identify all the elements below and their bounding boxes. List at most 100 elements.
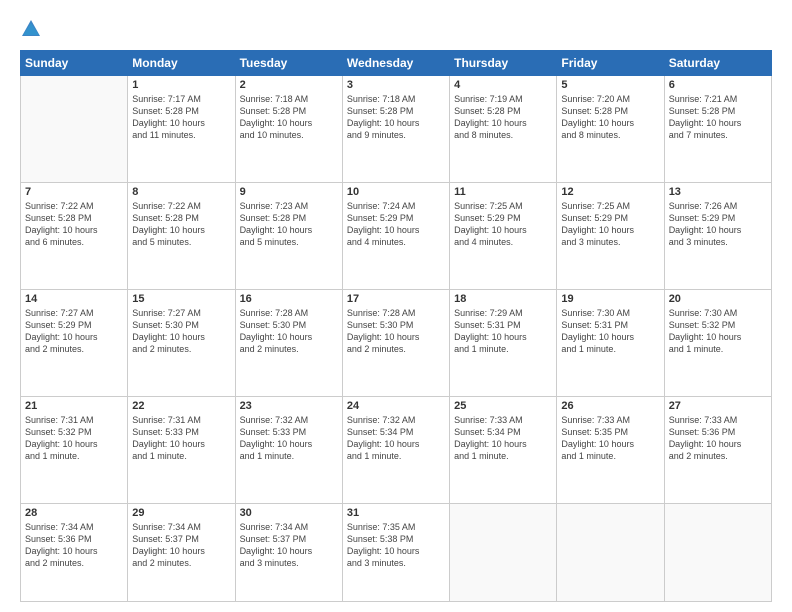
day-cell: 20 Sunrise: 7:30 AM Sunset: 5:32 PM Dayli… bbox=[664, 290, 771, 397]
day-number: 13 bbox=[669, 186, 767, 198]
column-header-thursday: Thursday bbox=[450, 51, 557, 76]
day-number: 27 bbox=[669, 400, 767, 412]
day-number: 15 bbox=[132, 293, 230, 305]
day-number: 8 bbox=[132, 186, 230, 198]
day-info: Sunrise: 7:28 AM Sunset: 5:30 PM Dayligh… bbox=[240, 307, 338, 356]
day-cell: 2 Sunrise: 7:18 AM Sunset: 5:28 PM Daylig… bbox=[235, 76, 342, 183]
column-header-wednesday: Wednesday bbox=[342, 51, 449, 76]
header-row: SundayMondayTuesdayWednesdayThursdayFrid… bbox=[21, 51, 772, 76]
day-info: Sunrise: 7:31 AM Sunset: 5:32 PM Dayligh… bbox=[25, 414, 123, 463]
column-header-saturday: Saturday bbox=[664, 51, 771, 76]
day-cell bbox=[664, 504, 771, 602]
day-info: Sunrise: 7:18 AM Sunset: 5:28 PM Dayligh… bbox=[240, 93, 338, 142]
week-row-1: 7 Sunrise: 7:22 AM Sunset: 5:28 PM Daylig… bbox=[21, 183, 772, 290]
day-number: 18 bbox=[454, 293, 552, 305]
day-number: 23 bbox=[240, 400, 338, 412]
day-cell: 1 Sunrise: 7:17 AM Sunset: 5:28 PM Daylig… bbox=[128, 76, 235, 183]
day-number: 29 bbox=[132, 507, 230, 519]
day-number: 30 bbox=[240, 507, 338, 519]
day-number: 5 bbox=[561, 79, 659, 91]
day-info: Sunrise: 7:34 AM Sunset: 5:36 PM Dayligh… bbox=[25, 521, 123, 570]
day-info: Sunrise: 7:33 AM Sunset: 5:36 PM Dayligh… bbox=[669, 414, 767, 463]
day-info: Sunrise: 7:33 AM Sunset: 5:35 PM Dayligh… bbox=[561, 414, 659, 463]
day-cell: 13 Sunrise: 7:26 AM Sunset: 5:29 PM Dayli… bbox=[664, 183, 771, 290]
day-number: 17 bbox=[347, 293, 445, 305]
day-cell bbox=[21, 76, 128, 183]
header bbox=[20, 18, 772, 40]
day-cell: 25 Sunrise: 7:33 AM Sunset: 5:34 PM Dayli… bbox=[450, 397, 557, 504]
day-cell: 17Sunrise: 7:28 AM Sunset: 5:30 PM Dayli… bbox=[342, 290, 449, 397]
day-info: Sunrise: 7:18 AM Sunset: 5:28 PM Dayligh… bbox=[347, 93, 445, 142]
day-cell: 24Sunrise: 7:32 AM Sunset: 5:34 PM Dayli… bbox=[342, 397, 449, 504]
day-cell: 21 Sunrise: 7:31 AM Sunset: 5:32 PM Dayli… bbox=[21, 397, 128, 504]
day-cell: 31 Sunrise: 7:35 AM Sunset: 5:38 PM Dayli… bbox=[342, 504, 449, 602]
day-cell: 18 Sunrise: 7:29 AM Sunset: 5:31 PM Dayli… bbox=[450, 290, 557, 397]
day-cell: 26 Sunrise: 7:33 AM Sunset: 5:35 PM Dayli… bbox=[557, 397, 664, 504]
day-cell: 28 Sunrise: 7:34 AM Sunset: 5:36 PM Dayli… bbox=[21, 504, 128, 602]
day-cell: 12 Sunrise: 7:25 AM Sunset: 5:29 PM Dayli… bbox=[557, 183, 664, 290]
calendar: SundayMondayTuesdayWednesdayThursdayFrid… bbox=[20, 50, 772, 602]
day-number: 2 bbox=[240, 79, 338, 91]
day-number: 14 bbox=[25, 293, 123, 305]
column-header-monday: Monday bbox=[128, 51, 235, 76]
day-info: Sunrise: 7:24 AM Sunset: 5:29 PM Dayligh… bbox=[347, 200, 445, 249]
day-number: 16 bbox=[240, 293, 338, 305]
day-cell: 27 Sunrise: 7:33 AM Sunset: 5:36 PM Dayli… bbox=[664, 397, 771, 504]
day-number: 28 bbox=[25, 507, 123, 519]
page: SundayMondayTuesdayWednesdayThursdayFrid… bbox=[0, 0, 792, 612]
day-number: 6 bbox=[669, 79, 767, 91]
day-info: Sunrise: 7:34 AM Sunset: 5:37 PM Dayligh… bbox=[240, 521, 338, 570]
week-row-3: 21 Sunrise: 7:31 AM Sunset: 5:32 PM Dayli… bbox=[21, 397, 772, 504]
day-info: Sunrise: 7:32 AM Sunset: 5:34 PM Dayligh… bbox=[347, 414, 445, 463]
day-info: Sunrise: 7:30 AM Sunset: 5:32 PM Dayligh… bbox=[669, 307, 767, 356]
week-row-4: 28 Sunrise: 7:34 AM Sunset: 5:36 PM Dayli… bbox=[21, 504, 772, 602]
day-info: Sunrise: 7:27 AM Sunset: 5:30 PM Dayligh… bbox=[132, 307, 230, 356]
logo bbox=[20, 18, 45, 40]
day-info: Sunrise: 7:33 AM Sunset: 5:34 PM Dayligh… bbox=[454, 414, 552, 463]
day-info: Sunrise: 7:26 AM Sunset: 5:29 PM Dayligh… bbox=[669, 200, 767, 249]
day-cell: 10Sunrise: 7:24 AM Sunset: 5:29 PM Dayli… bbox=[342, 183, 449, 290]
day-info: Sunrise: 7:32 AM Sunset: 5:33 PM Dayligh… bbox=[240, 414, 338, 463]
day-number: 19 bbox=[561, 293, 659, 305]
day-cell: 22 Sunrise: 7:31 AM Sunset: 5:33 PM Dayli… bbox=[128, 397, 235, 504]
day-info: Sunrise: 7:25 AM Sunset: 5:29 PM Dayligh… bbox=[454, 200, 552, 249]
day-cell: 30 Sunrise: 7:34 AM Sunset: 5:37 PM Dayli… bbox=[235, 504, 342, 602]
day-number: 21 bbox=[25, 400, 123, 412]
day-info: Sunrise: 7:22 AM Sunset: 5:28 PM Dayligh… bbox=[132, 200, 230, 249]
week-row-0: 1 Sunrise: 7:17 AM Sunset: 5:28 PM Daylig… bbox=[21, 76, 772, 183]
day-cell: 29 Sunrise: 7:34 AM Sunset: 5:37 PM Dayli… bbox=[128, 504, 235, 602]
day-cell: 23 Sunrise: 7:32 AM Sunset: 5:33 PM Dayli… bbox=[235, 397, 342, 504]
day-number: 12 bbox=[561, 186, 659, 198]
day-info: Sunrise: 7:34 AM Sunset: 5:37 PM Dayligh… bbox=[132, 521, 230, 570]
day-info: Sunrise: 7:35 AM Sunset: 5:38 PM Dayligh… bbox=[347, 521, 445, 570]
day-number: 31 bbox=[347, 507, 445, 519]
day-number: 25 bbox=[454, 400, 552, 412]
week-row-2: 14Sunrise: 7:27 AM Sunset: 5:29 PM Dayli… bbox=[21, 290, 772, 397]
day-info: Sunrise: 7:29 AM Sunset: 5:31 PM Dayligh… bbox=[454, 307, 552, 356]
day-number: 20 bbox=[669, 293, 767, 305]
day-number: 22 bbox=[132, 400, 230, 412]
day-number: 3 bbox=[347, 79, 445, 91]
column-header-tuesday: Tuesday bbox=[235, 51, 342, 76]
day-cell: 8 Sunrise: 7:22 AM Sunset: 5:28 PM Daylig… bbox=[128, 183, 235, 290]
day-cell: 6Sunrise: 7:21 AM Sunset: 5:28 PM Daylig… bbox=[664, 76, 771, 183]
day-cell: 16 Sunrise: 7:28 AM Sunset: 5:30 PM Dayli… bbox=[235, 290, 342, 397]
day-cell: 9Sunrise: 7:23 AM Sunset: 5:28 PM Daylig… bbox=[235, 183, 342, 290]
day-info: Sunrise: 7:22 AM Sunset: 5:28 PM Dayligh… bbox=[25, 200, 123, 249]
day-number: 9 bbox=[240, 186, 338, 198]
day-number: 4 bbox=[454, 79, 552, 91]
day-number: 1 bbox=[132, 79, 230, 91]
day-cell: 7 Sunrise: 7:22 AM Sunset: 5:28 PM Daylig… bbox=[21, 183, 128, 290]
day-info: Sunrise: 7:17 AM Sunset: 5:28 PM Dayligh… bbox=[132, 93, 230, 142]
day-info: Sunrise: 7:31 AM Sunset: 5:33 PM Dayligh… bbox=[132, 414, 230, 463]
day-info: Sunrise: 7:25 AM Sunset: 5:29 PM Dayligh… bbox=[561, 200, 659, 249]
day-cell bbox=[557, 504, 664, 602]
day-info: Sunrise: 7:19 AM Sunset: 5:28 PM Dayligh… bbox=[454, 93, 552, 142]
day-number: 7 bbox=[25, 186, 123, 198]
column-header-sunday: Sunday bbox=[21, 51, 128, 76]
logo-icon bbox=[20, 18, 42, 40]
day-cell bbox=[450, 504, 557, 602]
day-info: Sunrise: 7:20 AM Sunset: 5:28 PM Dayligh… bbox=[561, 93, 659, 142]
day-cell: 19Sunrise: 7:30 AM Sunset: 5:31 PM Dayli… bbox=[557, 290, 664, 397]
day-number: 26 bbox=[561, 400, 659, 412]
